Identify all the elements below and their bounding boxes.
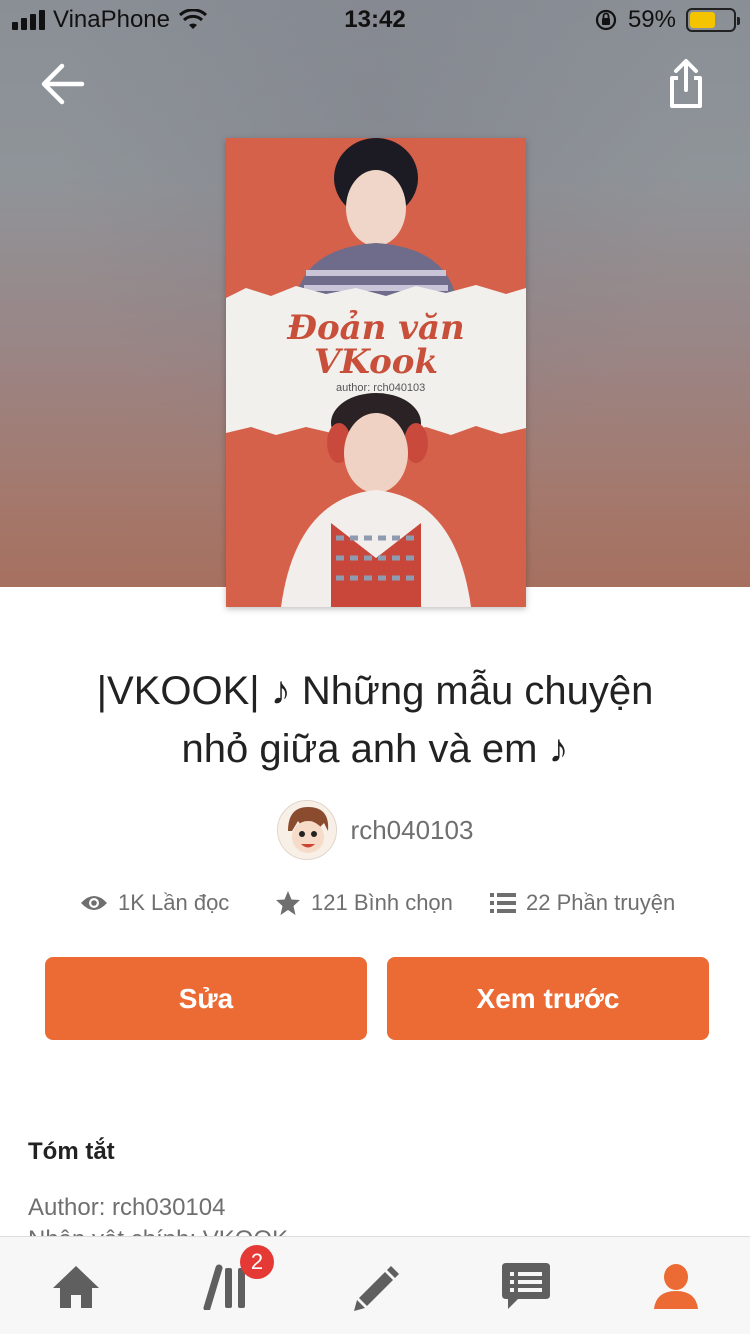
status-bar: VinaPhone 13:42 59% xyxy=(0,0,750,40)
battery-percent: 59% xyxy=(627,6,676,33)
star-icon xyxy=(276,891,300,915)
cover-title-line1: Đoản văn xyxy=(287,308,465,348)
rotation-lock-icon xyxy=(595,9,617,31)
author-name[interactable]: rch040103 xyxy=(351,815,474,846)
pencil-icon xyxy=(354,1266,399,1311)
reads-count: 1K Lần đọc xyxy=(118,890,230,915)
book-title-line1: |VKOOK| ♪ Những mẫu chuyện xyxy=(96,669,654,713)
summary-line-1: Author: rch030104 xyxy=(28,1194,226,1221)
share-button[interactable] xyxy=(660,56,712,112)
share-icon xyxy=(670,59,702,108)
preview-button[interactable]: Xem trước xyxy=(387,957,709,1040)
reads-stat: 1K Lần đọc xyxy=(80,890,229,916)
tab-home[interactable] xyxy=(46,1259,106,1315)
chat-icon xyxy=(502,1263,550,1309)
parts-stat: 22 Phần truyện xyxy=(490,890,675,916)
cover-title-line2: VKook xyxy=(313,342,439,382)
book-title-line2: nhỏ giữa anh và em ♪ xyxy=(181,727,569,771)
home-icon xyxy=(53,1266,99,1308)
profile-icon xyxy=(654,1264,698,1309)
cover-author: author: rch040103 xyxy=(336,382,426,394)
arrow-left-icon xyxy=(41,63,85,105)
edit-button[interactable]: Sửa xyxy=(45,957,367,1040)
avatar[interactable] xyxy=(276,800,337,860)
list-icon xyxy=(490,893,516,913)
votes-count: 121 Bình chọn xyxy=(311,890,453,915)
library-badge: 2 xyxy=(240,1245,274,1279)
status-right: 59% xyxy=(594,6,740,34)
battery-icon xyxy=(686,8,740,32)
avatar-image xyxy=(277,801,336,859)
tab-write[interactable] xyxy=(346,1259,406,1315)
parts-count: 22 Phần truyện xyxy=(526,890,676,915)
stats-row: 1K Lần đọc 121 Bình chọn 22 Phần truyện xyxy=(0,890,750,930)
author-row[interactable]: rch040103 xyxy=(0,800,750,860)
tab-messages[interactable] xyxy=(496,1259,556,1315)
book-cover[interactable]: Đoản văn VKook author: rch040103 xyxy=(226,138,526,607)
eye-icon xyxy=(81,896,107,910)
summary-heading: Tóm tắt xyxy=(28,1138,115,1165)
tab-profile[interactable] xyxy=(646,1259,706,1315)
back-button[interactable] xyxy=(38,58,90,110)
tab-bar: 2 xyxy=(0,1236,750,1334)
book-title: |VKOOK| ♪ Những mẫu chuyện nhỏ giữa anh … xyxy=(40,662,710,778)
votes-stat: 121 Bình chọn xyxy=(275,890,453,916)
